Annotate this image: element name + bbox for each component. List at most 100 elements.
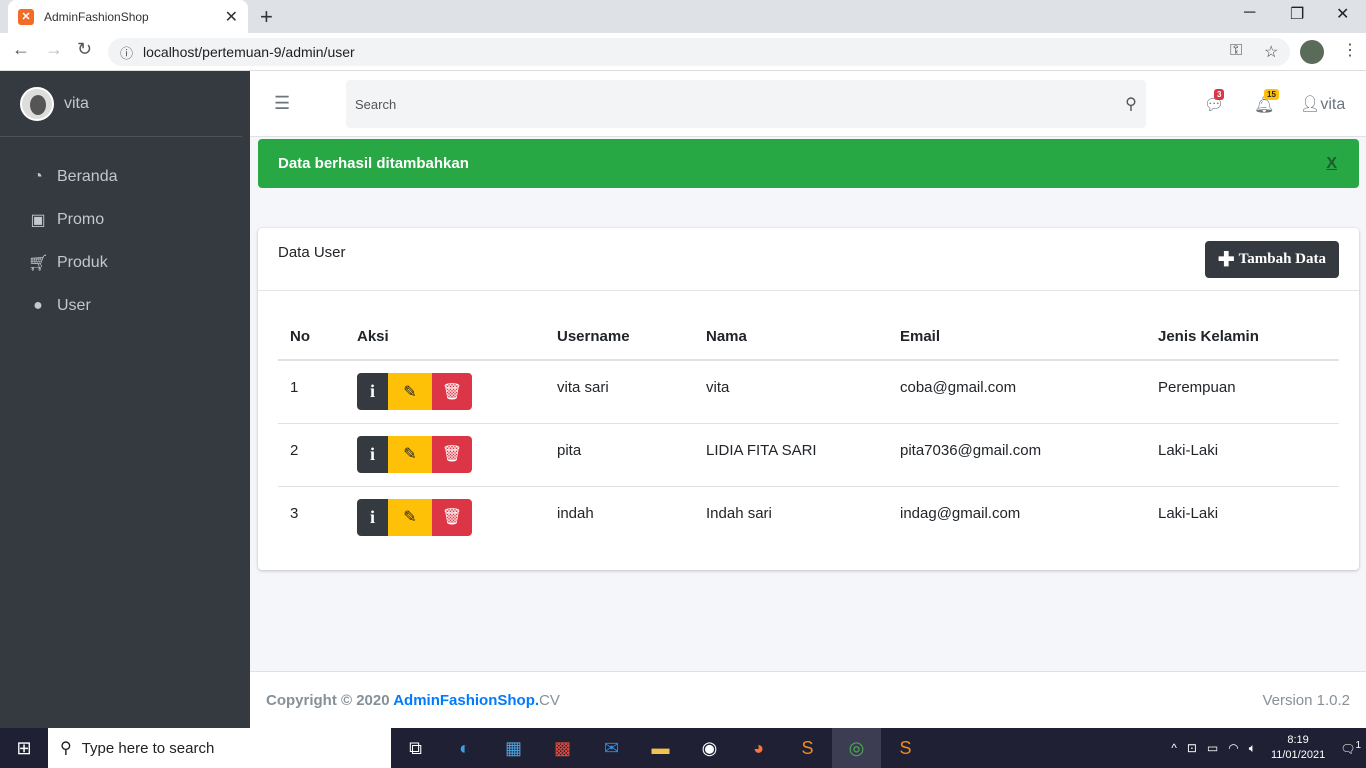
user-icon: ●	[33, 296, 43, 314]
url-text: localhost/pertemuan-9/admin/user	[143, 44, 355, 60]
messages-icon[interactable]: 💬︎ 3	[1204, 89, 1225, 115]
close-window-icon[interactable]: ✕	[1336, 4, 1349, 24]
back-icon[interactable]: ←	[12, 39, 30, 60]
user-table: No Aksi Username Nama Email Jenis Kelami…	[278, 314, 1339, 549]
search-icon[interactable]: ⚲	[1116, 94, 1146, 114]
taskbar-search-text: Type here to search	[81, 739, 215, 757]
sidebar-item-promo[interactable]: ▣ Promo	[0, 198, 250, 241]
trash-icon: 🗑︎	[441, 509, 463, 526]
file-explorer-icon[interactable]: ▬	[636, 728, 685, 768]
firefox-icon[interactable]: ◕	[734, 728, 783, 768]
cell-email: coba@gmail.com	[888, 360, 1146, 424]
delete-button[interactable]: 🗑︎	[432, 373, 472, 410]
success-alert: Data berhasil ditambahkan X	[258, 139, 1359, 188]
user-outline-icon: 👤︎	[1300, 96, 1321, 113]
sidebar: vita ◔ Beranda ▣ Promo 🛒︎ Produk ● User	[0, 71, 250, 728]
windows-start-icon[interactable]: ⊞	[0, 728, 48, 768]
trash-icon: 🗑︎	[441, 446, 463, 463]
table-row: 2 i ✎ 🗑︎ pita LIDIA FITA SARI pita7036@g…	[278, 423, 1339, 487]
cell-nama: Indah sari	[706, 504, 772, 522]
sublime-text-icon[interactable]: S	[881, 728, 930, 768]
edit-button[interactable]: ✎	[388, 373, 432, 410]
info-icon: i	[369, 506, 375, 527]
search-input[interactable]	[355, 96, 1116, 112]
action-center-icon[interactable]: 🗨︎1	[1340, 740, 1361, 756]
edit-button[interactable]: ✎	[388, 498, 432, 536]
top-navbar: ☰ ⚲ 💬︎ 3 🔔︎ 15 👤︎vita	[250, 71, 1366, 137]
cell-nama: LIDIA FITA SARI	[694, 423, 888, 487]
mail-icon[interactable]: ✉	[587, 728, 636, 768]
battery-icon[interactable]: ▭	[1207, 741, 1218, 755]
add-data-button[interactable]: ✚ Tambah Data	[1204, 241, 1339, 278]
new-tab-icon[interactable]: +	[260, 4, 273, 30]
taskbar-search-box[interactable]: ⚲ Type here to search	[48, 728, 391, 768]
media-app-icon[interactable]: ◉	[685, 728, 734, 768]
restore-icon[interactable]: ❐	[1290, 4, 1304, 24]
cell-actions: i ✎ 🗑︎	[345, 423, 545, 487]
cell-actions: i ✎ 🗑︎	[345, 360, 545, 424]
notifications-bell-icon[interactable]: 🔔︎ 15	[1254, 89, 1279, 115]
cell-nama: vita	[694, 360, 888, 424]
cell-gender: Perempuan	[1146, 360, 1339, 424]
hamburger-menu-icon[interactable]: ☰	[274, 93, 290, 114]
key-icon[interactable]: ⚿	[1230, 42, 1242, 60]
meet-now-icon[interactable]: ⊡	[1187, 741, 1197, 755]
delete-button[interactable]: 🗑︎	[432, 435, 472, 473]
info-icon: i	[369, 381, 375, 401]
add-data-label: Tambah Data	[1238, 251, 1326, 267]
action-center-count: 1	[1355, 740, 1361, 751]
column-header-username: Username	[545, 314, 694, 361]
avatar	[20, 86, 54, 121]
edit-button[interactable]: ✎	[388, 435, 432, 473]
edge-browser-icon[interactable]: ◐	[440, 728, 489, 768]
info-icon[interactable]: ⓘ	[120, 43, 133, 62]
cell-username: pita	[545, 423, 694, 487]
wifi-icon[interactable]: ◠	[1228, 741, 1238, 755]
column-header-email: Email	[888, 314, 1146, 361]
copyright-label: Copyright © 2020	[266, 691, 394, 709]
card-title: Data User	[278, 244, 346, 261]
sidebar-item-user[interactable]: ● User	[0, 284, 250, 327]
volume-icon[interactable]: 🔈︎	[1249, 741, 1256, 756]
tab-title: AdminFashionShop	[44, 9, 149, 24]
card-header: Data User ✚ Tambah Data	[258, 228, 1359, 291]
gift-app-icon[interactable]: ▩	[538, 728, 587, 768]
edit-icon: ✎	[403, 446, 417, 463]
browser-menu-icon[interactable]: ⋮	[1342, 40, 1358, 60]
notifications-badge: 15	[1264, 89, 1279, 100]
sidebar-item-produk[interactable]: 🛒︎ Produk	[0, 241, 250, 284]
task-view-icon[interactable]: ⧉	[391, 728, 440, 768]
detail-button[interactable]: i	[357, 373, 388, 410]
detail-button[interactable]: i	[357, 435, 388, 473]
alert-message: Data berhasil ditambahkan	[278, 155, 469, 172]
sublime-text-icon[interactable]: S	[783, 728, 832, 768]
cell-email: pita7036@gmail.com	[888, 423, 1146, 487]
forward-icon[interactable]: →	[45, 39, 63, 60]
navbar-user-menu[interactable]: 👤︎vita	[1300, 94, 1345, 114]
sidebar-item-beranda[interactable]: ◔ Beranda	[0, 155, 250, 198]
version-text: Version 1.0.2	[1262, 691, 1350, 709]
address-bar[interactable]: ⓘ localhost/pertemuan-9/admin/user ⚿ ☆	[108, 38, 1290, 66]
brand-link[interactable]: AdminFashionShop.	[393, 692, 539, 709]
copyright-text: Copyright © 2020 AdminFashionShop.CV	[266, 692, 560, 709]
sidebar-item-label: Promo	[57, 210, 105, 228]
brand-suffix: CV	[539, 691, 560, 709]
store-icon[interactable]: ▦	[489, 728, 538, 768]
chrome-icon[interactable]: ◎	[832, 728, 881, 768]
close-tab-icon[interactable]: ✕	[225, 7, 238, 27]
bookmark-star-icon[interactable]: ☆	[1264, 42, 1278, 62]
info-icon: i	[369, 443, 375, 464]
browser-tab[interactable]: ✕ AdminFashionShop ✕	[8, 0, 248, 33]
detail-button[interactable]: i	[357, 498, 388, 536]
user-data-card: Data User ✚ Tambah Data No Aksi Username …	[258, 228, 1359, 570]
browser-profile-avatar[interactable]	[1300, 40, 1324, 64]
reload-icon[interactable]: ↻	[77, 39, 92, 60]
minimize-icon[interactable]: ─	[1244, 4, 1255, 22]
messages-badge: 3	[1214, 89, 1225, 100]
delete-button[interactable]: 🗑︎	[432, 498, 472, 536]
taskbar-clock[interactable]: 8:19 11/01/2021	[1271, 733, 1325, 763]
chevron-up-icon[interactable]: ^	[1171, 741, 1177, 755]
sidebar-user-panel[interactable]: vita	[0, 71, 242, 137]
browser-tab-bar: ✕ AdminFashionShop ✕ + ─ ❐ ✕	[0, 0, 1366, 33]
alert-close-button[interactable]: X	[1326, 155, 1337, 173]
